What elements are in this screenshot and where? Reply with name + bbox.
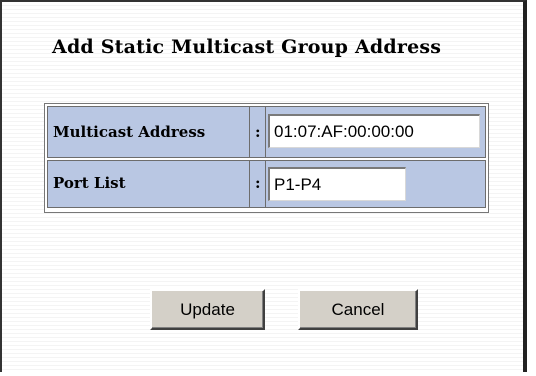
multicast-form-table: Multicast Address : Port List : (44, 103, 489, 213)
update-button[interactable]: Update (150, 289, 265, 330)
multicast-address-label: Multicast Address (53, 123, 206, 141)
form-separator-cell: : (251, 161, 266, 207)
form-label-cell: Multicast Address (48, 107, 250, 157)
form-row-port-list: Port List : (47, 160, 486, 208)
port-list-label: Port List (53, 174, 126, 192)
label-colon: : (255, 123, 261, 141)
cancel-button[interactable]: Cancel (298, 289, 418, 330)
page-title: Add Static Multicast Group Address (52, 36, 442, 58)
label-colon: : (255, 174, 261, 192)
multicast-address-input[interactable] (268, 114, 480, 148)
form-row-multicast-address: Multicast Address : (47, 106, 486, 158)
form-label-cell: Port List (48, 161, 250, 207)
multicast-form-panel: Add Static Multicast Group Address Multi… (0, 0, 527, 372)
form-separator-cell: : (251, 107, 266, 157)
port-list-input[interactable] (268, 167, 406, 201)
